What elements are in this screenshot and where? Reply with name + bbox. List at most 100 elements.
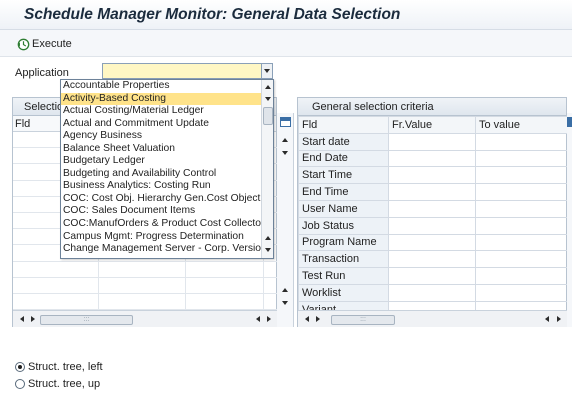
dropdown-option[interactable]: Business Analytics: Costing Run: [61, 180, 261, 193]
table-row: End Time: [298, 183, 569, 201]
right-panel-toolbar: [567, 113, 572, 327]
from-value-cell[interactable]: [388, 183, 476, 201]
from-value-cell[interactable]: [388, 132, 476, 151]
scroll-right-end-icon[interactable]: [554, 314, 564, 324]
field-name-cell: Start Time: [298, 166, 389, 185]
to-value-cell[interactable]: [475, 267, 569, 285]
scroll-left-icon[interactable]: [302, 314, 312, 324]
dropdown-option[interactable]: Agency Business: [61, 130, 261, 143]
scroll-down-end-icon[interactable]: [280, 298, 290, 308]
table-cell[interactable]: [186, 277, 264, 293]
dropdown-option[interactable]: Activity-Based Costing: [61, 92, 261, 106]
table-row: Job Status: [298, 216, 569, 235]
table-cell[interactable]: [186, 293, 264, 310]
dropdown-option[interactable]: COC:ManufOrders & Product Cost Collector: [61, 218, 261, 231]
field-name-cell: Start date: [298, 132, 389, 151]
to-value-cell[interactable]: [475, 233, 569, 252]
table-row: Transaction: [298, 250, 569, 269]
to-value-cell[interactable]: [475, 132, 569, 151]
scroll-down-end-icon[interactable]: [263, 245, 273, 255]
radio-struct-tree-up[interactable]: Struct. tree, up: [15, 378, 100, 390]
application-dropdown-button[interactable]: [261, 63, 273, 79]
horizontal-scrollbar-right[interactable]: :::: [298, 310, 568, 327]
table-row: [13, 293, 278, 311]
selection-criteria-table: Fld Fr.Value To value Start date End Date…: [298, 116, 569, 319]
scroll-thumb[interactable]: :::: [40, 315, 133, 325]
scroll-left-icon[interactable]: [17, 314, 27, 324]
from-value-cell[interactable]: [388, 149, 476, 168]
table-row: Test Run: [298, 267, 569, 285]
table-row: Program Name: [298, 233, 569, 252]
from-value-cell[interactable]: [388, 283, 476, 302]
execute-button[interactable]: Execute: [17, 36, 72, 52]
scroll-left-end-icon[interactable]: [253, 314, 263, 324]
from-value-cell[interactable]: [388, 250, 476, 269]
dropdown-scrollbar[interactable]: [261, 80, 273, 258]
to-value-cell[interactable]: [475, 149, 569, 168]
from-value-cell[interactable]: [388, 199, 476, 218]
scroll-right-icon[interactable]: [313, 314, 323, 324]
application-toolbar: Execute: [0, 30, 572, 57]
to-value-cell[interactable]: [475, 166, 569, 185]
radio-label: Struct. tree, left: [28, 361, 103, 373]
table-header-row: Fld Fr.Value To value: [298, 116, 569, 134]
field-name-cell: End Date: [298, 149, 389, 168]
table-cell[interactable]: [99, 277, 186, 293]
application-dropdown-list[interactable]: Accountable Properties Activity-Based Cos…: [60, 79, 274, 259]
scroll-up-icon[interactable]: [280, 135, 290, 145]
dropdown-option[interactable]: Budgeting and Availability Control: [61, 168, 261, 181]
table-cell[interactable]: [186, 261, 264, 277]
to-value-cell[interactable]: [475, 250, 569, 269]
dropdown-scroll-thumb[interactable]: [263, 107, 273, 125]
to-value-cell[interactable]: [475, 199, 569, 218]
table-cell[interactable]: [99, 261, 186, 277]
dropdown-option[interactable]: Accountable Properties: [61, 80, 261, 93]
vertical-scrollbar-left[interactable]: [277, 113, 294, 327]
table-cell[interactable]: [99, 293, 186, 310]
scroll-up-end-icon[interactable]: [263, 233, 273, 243]
radio-struct-tree-left[interactable]: Struct. tree, left: [15, 361, 103, 373]
from-value-cell[interactable]: [388, 166, 476, 185]
dropdown-option[interactable]: COC: Sales Document Items: [61, 205, 261, 218]
scroll-down-icon[interactable]: [263, 94, 273, 104]
scroll-up-end-icon[interactable]: [280, 285, 290, 295]
field-name-cell: Worklist: [298, 283, 389, 302]
dropdown-option[interactable]: COC: Cost Obj. Hierarchy Gen.Cost Object: [61, 193, 261, 206]
dropdown-option[interactable]: Campus Mgmt: Progress Determination: [61, 231, 261, 244]
dropdown-option[interactable]: Balance Sheet Valuation: [61, 143, 261, 156]
table-cell[interactable]: [13, 293, 99, 310]
page-title: Schedule Manager Monitor: General Data S…: [24, 6, 401, 23]
execute-label: Execute: [32, 38, 72, 50]
scroll-right-icon[interactable]: [28, 314, 38, 324]
execute-clock-icon: [17, 38, 30, 51]
chevron-down-icon: [264, 69, 270, 73]
from-value-cell[interactable]: [388, 216, 476, 235]
table-settings-icon[interactable]: [280, 117, 291, 127]
dropdown-option[interactable]: Actual Costing/Material Ledger: [61, 105, 261, 118]
horizontal-scrollbar-left[interactable]: :::: [13, 310, 278, 327]
scroll-right-end-icon[interactable]: [264, 314, 274, 324]
dropdown-option[interactable]: Actual and Commitment Update: [61, 118, 261, 131]
to-value-cell[interactable]: [475, 283, 569, 302]
field-name-cell: End Time: [298, 183, 389, 201]
radio-button[interactable]: [15, 362, 25, 372]
scroll-left-end-icon[interactable]: [542, 314, 552, 324]
scroll-up-icon[interactable]: [263, 82, 273, 92]
from-value-cell[interactable]: [388, 233, 476, 252]
to-value-cell[interactable]: [475, 183, 569, 201]
scroll-down-icon[interactable]: [280, 148, 290, 158]
application-input[interactable]: [102, 63, 262, 79]
dropdown-option[interactable]: Change Management Server - Corp. Version: [61, 243, 261, 256]
fld-column-header: Fld: [15, 118, 31, 130]
table-settings-icon[interactable]: [567, 117, 572, 127]
to-value-cell[interactable]: [475, 216, 569, 235]
from-value-cell[interactable]: [388, 267, 476, 285]
dropdown-option[interactable]: Budgetary Ledger: [61, 155, 261, 168]
field-name-cell: Test Run: [298, 267, 389, 285]
scroll-thumb[interactable]: :::: [331, 315, 395, 325]
general-selection-header: General selection criteria: [298, 98, 566, 116]
table-row: Worklist: [298, 283, 569, 302]
table-cell[interactable]: [13, 277, 99, 293]
radio-button[interactable]: [15, 379, 25, 389]
table-cell[interactable]: [13, 261, 99, 277]
